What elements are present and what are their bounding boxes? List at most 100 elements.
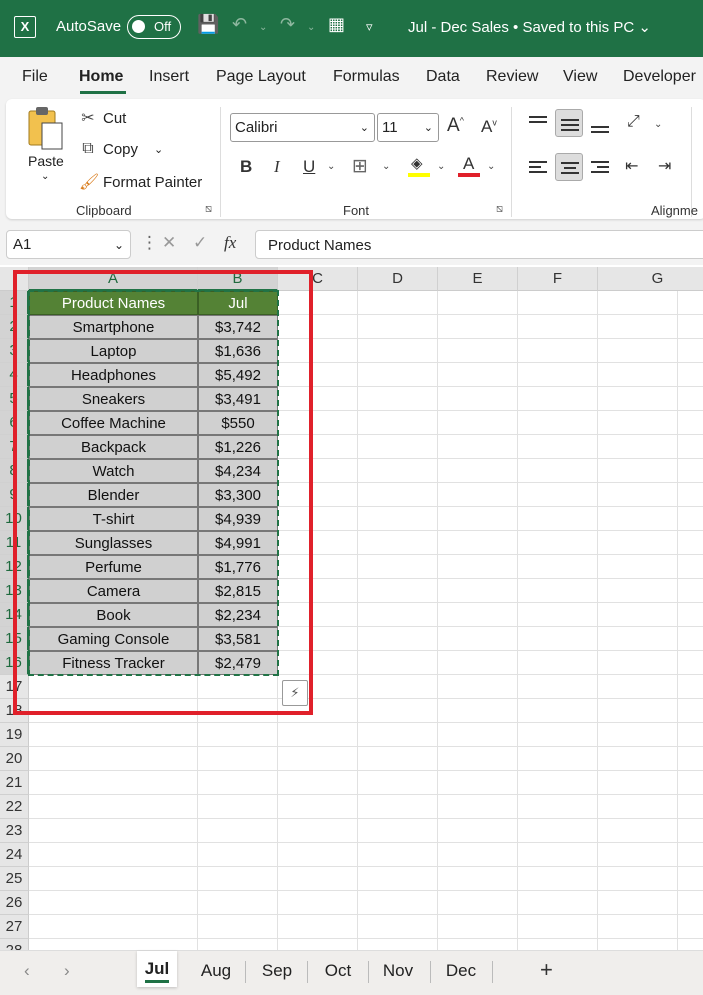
row-header-15[interactable]: 15	[0, 627, 29, 651]
quick-analysis-icon[interactable]: ⚡	[282, 680, 308, 706]
sales-value-cell[interactable]: $2,815	[198, 579, 278, 603]
column-header-c[interactable]: C	[278, 267, 358, 291]
format-painter-button[interactable]: 🖌 Format Painter	[79, 172, 202, 192]
sales-value-cell[interactable]: $1,636	[198, 339, 278, 363]
increase-font-icon[interactable]: A^	[447, 115, 464, 137]
tab-file[interactable]: File	[22, 68, 48, 86]
sales-value-cell[interactable]: $1,226	[198, 435, 278, 459]
product-name-cell[interactable]: Smartphone	[29, 315, 198, 339]
insert-function-icon[interactable]: fx	[224, 233, 236, 253]
sales-value-cell[interactable]: $2,479	[198, 651, 278, 675]
product-name-cell[interactable]: Perfume	[29, 555, 198, 579]
row-header-27[interactable]: 27	[0, 915, 29, 939]
product-name-cell[interactable]: Camera	[29, 579, 198, 603]
middle-align-button[interactable]	[555, 109, 583, 137]
align-left-button[interactable]	[524, 153, 552, 181]
tab-formulas[interactable]: Formulas	[333, 68, 400, 86]
tab-insert[interactable]: Insert	[149, 68, 189, 86]
table-header-cell[interactable]: Jul	[198, 291, 278, 315]
tab-developer[interactable]: Developer	[623, 68, 696, 86]
product-name-cell[interactable]: Coffee Machine	[29, 411, 198, 435]
row-header-16[interactable]: 16	[0, 651, 29, 675]
product-name-cell[interactable]: Blender	[29, 483, 198, 507]
paste-icon[interactable]	[25, 105, 65, 151]
undo-icon[interactable]: ↶	[232, 14, 247, 35]
row-header-22[interactable]: 22	[0, 795, 29, 819]
product-name-cell[interactable]: Fitness Tracker	[29, 651, 198, 675]
orientation-chevron-icon[interactable]: ⌄	[654, 119, 662, 130]
formula-input[interactable]: Product Names	[255, 230, 703, 259]
sales-value-cell[interactable]: $2,234	[198, 603, 278, 627]
column-header-d[interactable]: D	[358, 267, 438, 291]
product-name-cell[interactable]: Book	[29, 603, 198, 627]
top-align-button[interactable]	[524, 109, 552, 137]
column-header-b[interactable]: B	[198, 267, 278, 291]
sales-value-cell[interactable]: $5,492	[198, 363, 278, 387]
sales-value-cell[interactable]: $550	[198, 411, 278, 435]
tab-page-layout[interactable]: Page Layout	[216, 68, 306, 86]
row-header-1[interactable]: 1	[0, 291, 29, 315]
next-sheet-icon[interactable]: ›	[64, 961, 70, 981]
decrease-font-icon[interactable]: Av	[481, 117, 497, 137]
product-name-cell[interactable]: Sneakers	[29, 387, 198, 411]
column-header-a[interactable]: A	[29, 267, 198, 291]
column-header-g[interactable]: G	[598, 267, 703, 291]
row-header-24[interactable]: 24	[0, 843, 29, 867]
align-right-button[interactable]	[586, 153, 614, 181]
align-center-button[interactable]	[555, 153, 583, 181]
italic-button[interactable]: I	[274, 157, 280, 177]
increase-indent-icon[interactable]: ⇥	[658, 156, 671, 176]
product-name-cell[interactable]: Headphones	[29, 363, 198, 387]
bottom-align-button[interactable]	[586, 109, 614, 137]
row-header-19[interactable]: 19	[0, 723, 29, 747]
row-header-17[interactable]: 17	[0, 675, 29, 699]
font-color-button[interactable]: A	[458, 154, 480, 178]
copy-button[interactable]: ⧉ Copy ⌄	[79, 140, 163, 158]
cut-button[interactable]: ✂ Cut	[79, 108, 126, 128]
redo-chevron-icon[interactable]: ⌄	[307, 22, 315, 33]
sheet-tab-nov[interactable]: Nov	[378, 961, 418, 981]
row-header-3[interactable]: 3	[0, 339, 29, 363]
row-header-20[interactable]: 20	[0, 747, 29, 771]
product-name-cell[interactable]: Sunglasses	[29, 531, 198, 555]
product-name-cell[interactable]: T-shirt	[29, 507, 198, 531]
autosave-toggle[interactable]: Off	[127, 15, 181, 39]
add-sheet-icon[interactable]: +	[540, 957, 553, 983]
row-header-5[interactable]: 5	[0, 387, 29, 411]
clipboard-launcher-icon[interactable]: ⧅	[205, 203, 212, 216]
save-icon[interactable]: 💾	[197, 14, 219, 35]
underline-button[interactable]: U	[303, 157, 315, 177]
row-header-21[interactable]: 21	[0, 771, 29, 795]
row-header-14[interactable]: 14	[0, 603, 29, 627]
name-box[interactable]: A1 ⌄	[6, 230, 131, 259]
row-header-18[interactable]: 18	[0, 699, 29, 723]
enter-icon[interactable]: ✓	[193, 233, 207, 253]
product-name-cell[interactable]: Laptop	[29, 339, 198, 363]
prev-sheet-icon[interactable]: ‹	[24, 961, 30, 981]
select-all-button[interactable]	[0, 267, 29, 291]
row-header-7[interactable]: 7	[0, 435, 29, 459]
tab-view[interactable]: View	[563, 68, 597, 86]
fill-color-button[interactable]: ◈	[408, 154, 430, 178]
orientation-icon[interactable]: ⤢	[627, 113, 640, 131]
table-header-cell[interactable]: Product Names	[29, 291, 198, 315]
cancel-icon[interactable]: ✕	[162, 233, 176, 253]
sales-value-cell[interactable]: $3,300	[198, 483, 278, 507]
sales-value-cell[interactable]: $1,776	[198, 555, 278, 579]
sales-value-cell[interactable]: $3,742	[198, 315, 278, 339]
sheet-tab-jul[interactable]: Jul	[137, 951, 177, 987]
form-icon[interactable]: ▦	[328, 14, 345, 35]
decrease-indent-icon[interactable]: ⇤	[625, 156, 638, 176]
product-name-cell[interactable]: Watch	[29, 459, 198, 483]
sheet-tab-dec[interactable]: Dec	[441, 961, 481, 981]
product-name-cell[interactable]: Gaming Console	[29, 627, 198, 651]
font-launcher-icon[interactable]: ⧅	[496, 203, 503, 216]
sales-value-cell[interactable]: $4,234	[198, 459, 278, 483]
font-color-chevron-icon[interactable]: ⌄	[487, 161, 495, 172]
column-header-f[interactable]: F	[518, 267, 598, 291]
tab-review[interactable]: Review	[486, 68, 538, 86]
font-name-select[interactable]: Calibri ⌄	[230, 113, 375, 142]
sheet-tab-sep[interactable]: Sep	[257, 961, 297, 981]
customize-toolbar-icon[interactable]: ▿	[366, 19, 373, 35]
underline-chevron-icon[interactable]: ⌄	[327, 161, 335, 172]
